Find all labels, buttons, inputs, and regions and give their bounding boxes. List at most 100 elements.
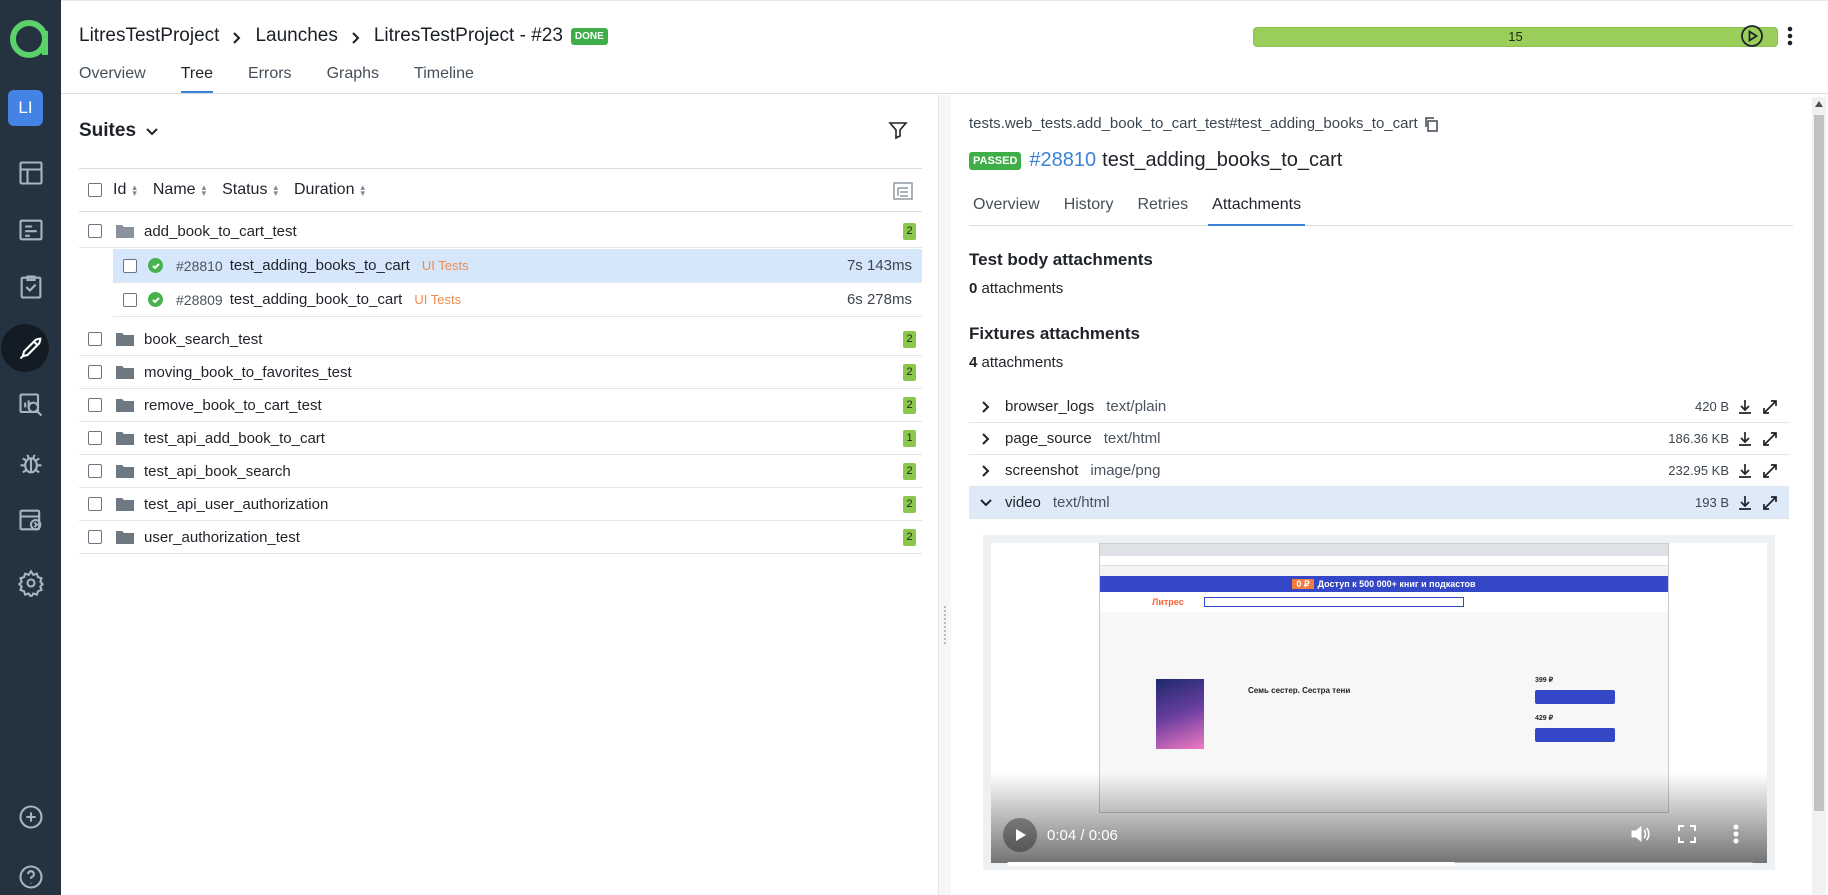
suite-row[interactable]: book_search_test 2 (79, 323, 922, 356)
help-icon[interactable] (0, 852, 61, 895)
right-scrollbar[interactable] (1812, 97, 1826, 895)
passed-check-icon (148, 292, 163, 307)
test-name: test_adding_books_to_cart (229, 257, 410, 274)
tab-graphs[interactable]: Graphs (327, 65, 379, 93)
book-cover (1156, 679, 1204, 749)
suite-row[interactable]: test_api_add_book_to_cart 1 (79, 422, 922, 455)
analytics-icon[interactable] (0, 380, 61, 430)
attachment-size: 193 B (1695, 495, 1729, 510)
copy-icon[interactable] (1423, 116, 1439, 132)
suite-row[interactable]: remove_book_to_cart_test 2 (79, 389, 922, 422)
test-plans-icon[interactable] (0, 262, 61, 312)
tab-errors[interactable]: Errors (248, 65, 292, 93)
tab-attachments[interactable]: Attachments (1208, 196, 1306, 226)
scrollbar-thumb[interactable] (1814, 115, 1824, 811)
download-icon[interactable] (1736, 398, 1754, 416)
attachment-type: text/html (1052, 494, 1110, 511)
scroll-up-icon[interactable] (1815, 101, 1823, 107)
row-checkbox[interactable] (88, 365, 102, 379)
test-duration: 7s 143ms (846, 257, 912, 274)
full-name-text: tests.web_tests.add_book_to_cart_test#te… (969, 115, 1418, 132)
attachment-type: image/png (1090, 462, 1161, 479)
row-checkbox[interactable] (88, 224, 102, 238)
book-price: 429 ₽ (1535, 715, 1554, 722)
suite-row[interactable]: moving_book_to_favorites_test 2 (79, 356, 922, 389)
attachment-name: page_source (1005, 430, 1092, 447)
breadcrumb-project[interactable]: LitresTestProject (79, 25, 219, 47)
defects-icon[interactable] (0, 438, 61, 488)
column-duration[interactable]: Duration ▴ ▾ (294, 181, 365, 199)
test-row[interactable]: #28809 test_adding_book_to_cart UI Tests… (113, 283, 922, 317)
launches-icon[interactable] (0, 323, 61, 373)
panel-splitter[interactable] (938, 95, 951, 895)
volume-icon[interactable] (1629, 823, 1651, 845)
add-icon[interactable] (0, 792, 61, 842)
more-menu-icon[interactable] (1777, 23, 1803, 49)
suites-dropdown[interactable]: Suites (79, 120, 160, 142)
settings-icon[interactable] (0, 558, 61, 608)
download-icon[interactable] (1736, 494, 1754, 512)
suite-row[interactable]: test_api_user_authorization 2 (79, 488, 922, 521)
dashboards-icon[interactable] (0, 148, 61, 198)
attachment-row[interactable]: page_source text/html 186.36 KB (969, 423, 1789, 455)
tab-history[interactable]: History (1060, 196, 1118, 226)
status-badge: PASSED (969, 151, 1022, 170)
row-checkbox[interactable] (88, 530, 102, 544)
row-checkbox[interactable] (88, 398, 102, 412)
suite-row[interactable]: add_book_to_cart_test 2 (79, 215, 922, 248)
column-id[interactable]: Id ▴ ▾ (113, 181, 137, 199)
test-cases-icon[interactable] (0, 495, 61, 545)
attachment-row[interactable]: screenshot image/png 232.95 KB (969, 455, 1789, 487)
expand-icon[interactable] (1761, 462, 1779, 480)
test-id-link[interactable]: #28810 (1029, 149, 1096, 172)
drag-handle-icon[interactable] (943, 605, 947, 645)
video-player[interactable]: 0 ₽ Доступ к 500 000+ книг и подкастов Ли… (991, 543, 1767, 866)
column-name[interactable]: Name ▴ ▾ (153, 181, 206, 199)
launch-progress-bar[interactable]: 15 (1253, 27, 1778, 47)
select-all-checkbox[interactable] (88, 183, 102, 197)
row-checkbox[interactable] (123, 292, 137, 307)
tab-retries[interactable]: Retries (1133, 196, 1192, 226)
chevron-right-icon[interactable] (979, 464, 993, 478)
tree-panel: Suites Id ▴ ▾ Name ▴ ▾ Status ▴ ▾ Duration ▴ ▾ a… (61, 95, 938, 895)
folder-icon (116, 332, 134, 346)
expand-icon[interactable] (1761, 430, 1779, 448)
tab-overview[interactable]: Overview (969, 196, 1044, 226)
test-row[interactable]: #28810 test_adding_books_to_cart UI Test… (113, 249, 922, 283)
attachment-row[interactable]: video text/html 193 B (969, 487, 1789, 519)
tab-overview[interactable]: Overview (79, 65, 146, 93)
attachment-type: text/plain (1106, 398, 1167, 415)
attachment-name: video (1005, 494, 1041, 511)
suite-row[interactable]: user_authorization_test 2 (79, 521, 922, 554)
video-attachment-preview: 0 ₽ Доступ к 500 000+ книг и подкастов Ли… (983, 535, 1775, 870)
tree-view-icon[interactable] (892, 181, 914, 201)
video-more-icon[interactable] (1725, 823, 1747, 845)
video-progress-bar[interactable] (1007, 862, 1753, 866)
row-checkbox[interactable] (88, 497, 102, 511)
breadcrumb-launches[interactable]: Launches (255, 25, 337, 47)
download-icon[interactable] (1736, 430, 1754, 448)
attachment-row[interactable]: browser_logs text/plain 420 B (969, 391, 1789, 423)
row-checkbox[interactable] (88, 332, 102, 346)
filter-icon[interactable] (887, 119, 909, 141)
column-status[interactable]: Status ▴ ▾ (222, 181, 278, 199)
row-checkbox[interactable] (88, 464, 102, 478)
allure-logo-icon[interactable] (7, 17, 51, 61)
launches-list-icon[interactable] (0, 205, 61, 255)
tab-tree[interactable]: Tree (180, 65, 213, 93)
fullscreen-icon[interactable] (1676, 823, 1698, 845)
rerun-play-icon[interactable] (1739, 23, 1765, 49)
chevron-right-icon[interactable] (979, 432, 993, 446)
project-avatar[interactable]: LI (8, 90, 43, 126)
folder-icon (116, 464, 134, 478)
play-icon[interactable] (1003, 818, 1037, 852)
suite-row[interactable]: test_api_book_search 2 (79, 455, 922, 488)
download-icon[interactable] (1736, 462, 1754, 480)
expand-icon[interactable] (1761, 398, 1779, 416)
expand-icon[interactable] (1761, 494, 1779, 512)
chevron-down-icon[interactable] (979, 496, 993, 510)
row-checkbox[interactable] (123, 258, 137, 273)
chevron-right-icon[interactable] (979, 400, 993, 414)
row-checkbox[interactable] (88, 431, 102, 445)
tab-timeline[interactable]: Timeline (414, 65, 474, 93)
